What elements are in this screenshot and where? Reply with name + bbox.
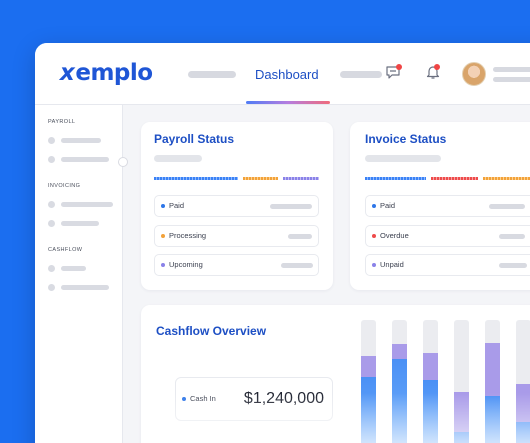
sidebar-section-invoicing: INVOICING	[48, 183, 81, 189]
status-dot	[372, 204, 376, 208]
nav-item-placeholder[interactable]	[188, 71, 236, 78]
bar-segment-lavender	[423, 352, 438, 381]
status-dot	[161, 204, 165, 208]
progress-segment-unpaid	[483, 177, 530, 180]
bar-segment-blue	[516, 421, 530, 443]
progress-segment-paid	[365, 177, 426, 180]
cashflow-bar[interactable]	[361, 320, 376, 443]
status-label: Unpaid	[380, 260, 404, 269]
sidebar: PAYROLL INVOICING CASHFLOW	[35, 105, 128, 443]
card-title: Cashflow Overview	[156, 324, 267, 338]
chat-icon[interactable]	[384, 63, 404, 83]
bar-segment-blue	[361, 377, 376, 443]
notification-dot	[434, 64, 440, 70]
status-label: Paid	[380, 201, 396, 210]
status-label: Processing	[169, 231, 207, 240]
status-dot	[372, 263, 376, 267]
status-row-overdue[interactable]: Overdue	[365, 225, 530, 247]
status-row-unpaid[interactable]: Unpaid	[365, 254, 530, 276]
progress-segment-paid	[154, 177, 238, 180]
value-placeholder	[499, 263, 527, 268]
nav-item-placeholder[interactable]	[340, 71, 382, 78]
status-dot	[182, 397, 186, 401]
value-placeholder	[288, 234, 312, 239]
app-window: xemplo Dashboard PAYROLL INVOICING CASHF…	[35, 43, 530, 443]
bar-segment-lavender	[485, 342, 500, 396]
bar-segment-blue	[392, 358, 407, 443]
avatar[interactable]	[462, 62, 486, 86]
status-row-paid[interactable]: Paid	[365, 195, 530, 217]
bar-segment-lavender	[361, 355, 376, 378]
tab-dashboard[interactable]: Dashboard	[255, 67, 319, 82]
status-label: Overdue	[380, 231, 409, 240]
user-name-placeholder	[493, 67, 530, 72]
status-row-upcoming[interactable]: Upcoming	[154, 254, 319, 276]
status-dot	[161, 263, 165, 267]
user-role-placeholder	[493, 77, 530, 82]
subtitle-placeholder	[154, 155, 202, 162]
status-label: Upcoming	[169, 260, 203, 269]
card-title: Invoice Status	[365, 132, 447, 146]
notification-dot	[396, 64, 402, 70]
bell-icon[interactable]	[424, 63, 444, 83]
status-row-paid[interactable]: Paid	[154, 195, 319, 217]
cashflow-overview-card: Cashflow Overview Cash In $1,240,000	[141, 305, 530, 443]
invoice-status-card: Invoice Status Paid Overdue Unpaid	[350, 122, 530, 290]
payroll-status-card: Payroll Status Paid Processing Upcoming	[141, 122, 333, 290]
status-label: Paid	[169, 201, 185, 210]
bar-segment-blue	[485, 395, 500, 443]
bar-segment-lavender	[516, 384, 530, 422]
subtitle-placeholder	[365, 155, 441, 162]
cashflow-bar[interactable]	[454, 320, 469, 443]
value-placeholder	[499, 234, 525, 239]
status-dot	[372, 234, 376, 238]
sidebar-section-cashflow: CASHFLOW	[48, 247, 83, 253]
card-title: Payroll Status	[154, 132, 235, 146]
cashflow-bar[interactable]	[392, 320, 407, 443]
bar-segment-blue	[423, 380, 438, 443]
cashflow-bar[interactable]	[423, 320, 438, 443]
cashflow-bar-chart	[361, 320, 530, 443]
status-dot	[161, 234, 165, 238]
cash-in-summary[interactable]: Cash In $1,240,000	[175, 377, 333, 421]
bar-segment-lavender	[454, 391, 469, 432]
status-row-processing[interactable]: Processing	[154, 225, 319, 247]
cashflow-bar[interactable]	[516, 320, 530, 443]
progress-segment-upcoming	[283, 177, 319, 180]
xemplo-logo[interactable]: xemplo	[57, 60, 153, 86]
collapse-sidebar-handle[interactable]	[118, 157, 128, 167]
cash-in-label: Cash In	[190, 394, 216, 403]
cashflow-bar[interactable]	[485, 320, 500, 443]
progress-segment-overdue	[431, 177, 478, 180]
active-tab-indicator	[246, 101, 330, 104]
cash-in-value: $1,240,000	[243, 390, 324, 407]
value-placeholder	[281, 263, 313, 268]
value-placeholder	[489, 204, 525, 209]
value-placeholder	[270, 204, 312, 209]
sidebar-section-payroll: PAYROLL	[48, 119, 76, 125]
progress-segment-processing	[243, 177, 278, 180]
bar-segment-lavender	[392, 344, 407, 359]
top-bar: xemplo Dashboard	[35, 43, 530, 105]
bar-segment-blue	[454, 431, 469, 443]
